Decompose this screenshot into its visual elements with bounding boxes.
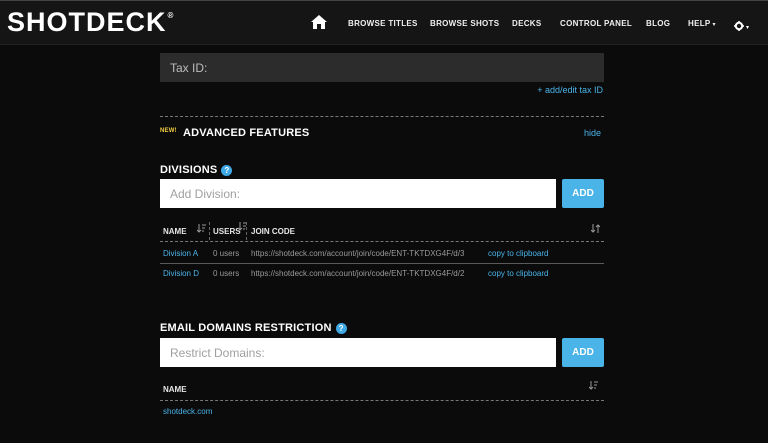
email-domains-title: EMAIL DOMAINS RESTRICTION? (160, 322, 347, 334)
add-edit-tax-id-link[interactable]: + add/edit tax ID (537, 85, 603, 95)
new-badge: NEW! (160, 128, 177, 134)
divisions-title-text: DIVISIONS (160, 164, 218, 176)
registered-mark: ® (167, 11, 175, 20)
home-icon[interactable] (311, 15, 327, 29)
help-icon[interactable]: ? (221, 165, 233, 176)
nav-help[interactable]: HELP ▾ (688, 19, 716, 28)
row-divider (160, 263, 604, 264)
division-name-link[interactable]: Division D (163, 269, 199, 278)
nav-blog[interactable]: BLOG (646, 19, 670, 28)
gear-icon (734, 18, 744, 36)
email-domains-title-text: EMAIL DOMAINS RESTRICTION (160, 322, 332, 334)
division-join-code: https://shotdeck.com/account/join/code/E… (251, 249, 465, 258)
division-join-code: https://shotdeck.com/account/join/code/E… (251, 269, 465, 278)
add-division-button[interactable]: ADD (562, 179, 604, 208)
column-divider (209, 222, 210, 240)
logo-text: SHOTDECK (7, 7, 167, 37)
column-header-name[interactable]: NAME (163, 385, 187, 394)
chevron-down-icon: ▾ (746, 24, 750, 31)
nav-browse-shots[interactable]: BROWSE SHOTS (430, 19, 499, 28)
chevron-down-icon: ▾ (712, 22, 716, 28)
nav-browse-titles[interactable]: BROWSE TITLES (348, 19, 418, 28)
divisions-title: DIVISIONS? (160, 164, 233, 176)
column-header-users[interactable]: USERS (213, 227, 241, 236)
column-header-join-code[interactable]: JOIN CODE (251, 227, 295, 236)
nav-control-panel[interactable]: CONTROL PANEL (560, 19, 632, 28)
division-name-link[interactable]: Division A (163, 249, 198, 258)
table-header-divider (160, 241, 604, 242)
nav-help-label: HELP (688, 19, 711, 28)
restrict-domains-input[interactable] (160, 338, 556, 367)
add-domain-button[interactable]: ADD (562, 338, 604, 367)
division-users: 0 users (213, 249, 240, 258)
settings-menu[interactable]: ▾ (734, 18, 749, 36)
shotdeck-logo[interactable]: SHOTDECK® (7, 7, 174, 38)
hide-advanced-link[interactable]: hide (584, 128, 601, 138)
tax-id-field[interactable] (160, 53, 604, 82)
division-users: 0 users (213, 269, 240, 278)
table-header-divider (160, 400, 604, 401)
advanced-features-title: ADVANCED FEATURES (183, 127, 310, 139)
sort-icon[interactable] (196, 224, 206, 235)
column-divider (246, 222, 247, 240)
nav-decks[interactable]: DECKS (512, 19, 542, 28)
add-division-input[interactable] (160, 179, 556, 208)
section-divider (160, 116, 604, 117)
copy-to-clipboard-link[interactable]: copy to clipboard (488, 249, 548, 258)
help-icon[interactable]: ? (335, 323, 347, 334)
sort-icon[interactable] (588, 381, 598, 392)
sort-icon[interactable] (590, 224, 601, 235)
column-header-name[interactable]: NAME (163, 227, 187, 236)
top-navigation-bar: SHOTDECK® BROWSE TITLES BROWSE SHOTS DEC… (0, 0, 768, 45)
domain-name-link[interactable]: shotdeck.com (163, 407, 212, 416)
copy-to-clipboard-link[interactable]: copy to clipboard (488, 269, 548, 278)
